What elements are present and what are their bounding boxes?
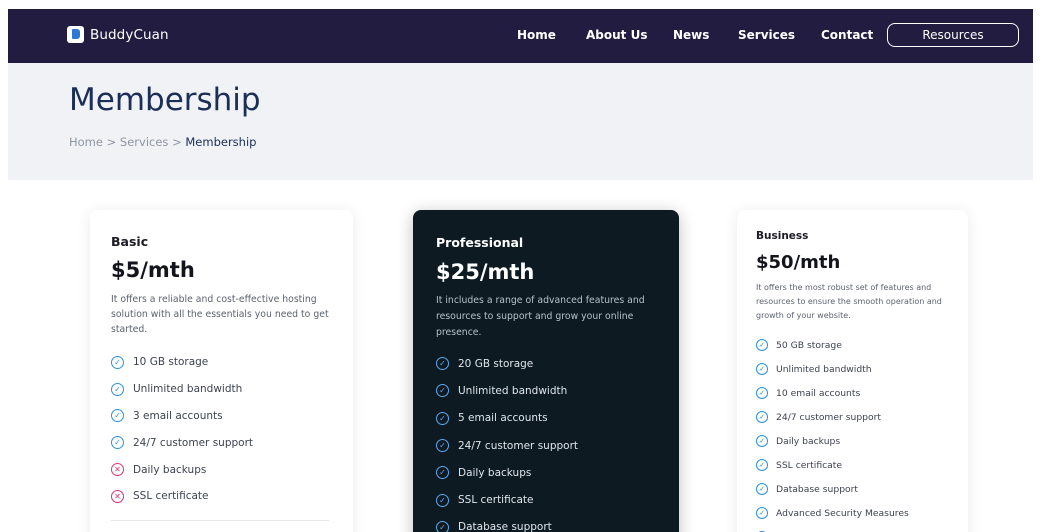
check-circle-icon: ✓ (436, 357, 449, 371)
feature-item: ✓ SSL certificate (756, 453, 964, 477)
nav-link-home[interactable]: Home (517, 28, 556, 42)
check-circle-icon: ✓ (756, 507, 768, 519)
feature-item: ✓ 24/7 customer support (756, 405, 964, 429)
feature-label: 24/7 customer support (776, 411, 882, 423)
breadcrumb-home[interactable]: Home (69, 135, 103, 149)
plan-price: $5/mth (111, 258, 195, 282)
plan-name: Basic (111, 234, 149, 249)
feature-label: Daily backups (133, 463, 207, 476)
feature-item: ✕ Daily backups (111, 456, 341, 483)
check-circle-icon: ✓ (756, 483, 768, 495)
check-circle-icon: ✓ (756, 411, 768, 423)
feature-label: Daily backups (776, 435, 841, 447)
check-circle-icon: ✓ (756, 435, 768, 447)
breadcrumb-current: Membership (185, 135, 257, 149)
card-divider (111, 520, 329, 521)
breadcrumb-services[interactable]: Services (120, 135, 169, 149)
nav-link-services[interactable]: Services (738, 28, 795, 42)
feature-list: ✓ 10 GB storage ✓ Unlimited bandwidth ✓ 3 ema… (111, 349, 341, 510)
x-circle-icon: ✕ (111, 463, 124, 477)
page-title: Membership (69, 82, 261, 118)
feature-label: 10 GB storage (133, 356, 209, 369)
feature-item: ✓ 20 GB storage (436, 350, 672, 377)
nav-link-news[interactable]: News (673, 28, 709, 42)
feature-item: ✓ 50 GB storage (756, 333, 964, 357)
plan-card-basic[interactable]: Basic $5/mth It offers a reliable and co… (90, 210, 353, 532)
feature-label: 24/7 customer support (133, 436, 254, 449)
feature-label: 24/7 customer support (458, 439, 579, 452)
page-header: Membership Home > Services > Membership (8, 63, 1033, 180)
feature-label: Unlimited bandwidth (776, 363, 872, 375)
check-circle-icon: ✓ (111, 409, 124, 423)
check-circle-icon: ✓ (756, 363, 768, 375)
breadcrumb: Home > Services > Membership (69, 135, 256, 149)
plan-description: It includes a range of advanced features… (436, 295, 645, 338)
check-circle-icon: ✓ (756, 459, 768, 471)
check-circle-icon: ✓ (111, 436, 124, 450)
feature-label: SSL certificate (133, 490, 209, 503)
check-circle-icon: ✓ (436, 439, 449, 453)
feature-label: 50 GB storage (776, 339, 842, 351)
check-circle-icon: ✓ (436, 466, 449, 480)
nav-link-contact[interactable]: Contact (821, 28, 873, 42)
feature-item: ✓ 3 email accounts (111, 403, 341, 430)
check-circle-icon: ✓ (436, 384, 449, 398)
plan-price: $25/mth (436, 260, 535, 284)
plan-name: Business (756, 230, 809, 242)
breadcrumb-separator: > (102, 135, 120, 149)
feature-label: 20 GB storage (458, 357, 534, 370)
resources-button[interactable]: Resources (887, 23, 1019, 47)
feature-item: ✓ Advanced Security Measures (756, 501, 964, 525)
check-circle-icon: ✓ (756, 339, 768, 351)
feature-item: ✓ 10 GB storage (111, 349, 341, 376)
feature-label: Daily backups (458, 466, 532, 479)
plan-description: It offers the most robust set of feature… (756, 283, 942, 320)
feature-label: 3 email accounts (133, 409, 223, 422)
feature-label: Unlimited bandwidth (133, 383, 243, 396)
feature-label: 10 email accounts (776, 387, 861, 399)
feature-label: 5 email accounts (458, 412, 548, 425)
plan-description: It offers a reliable and cost-effective … (111, 294, 329, 335)
feature-label: SSL certificate (458, 494, 534, 507)
feature-list: ✓ 20 GB storage ✓ Unlimited bandwidth ✓ 5 ema… (436, 350, 672, 532)
check-circle-icon: ✓ (436, 411, 449, 425)
feature-item: ✓ Unlimited bandwidth (436, 377, 672, 404)
plan-price: $50/mth (756, 252, 841, 273)
feature-label: Database support (776, 483, 859, 495)
feature-item: ✓ Daily backups (436, 459, 672, 486)
plan-name: Professional (436, 235, 524, 250)
feature-item: ✓ Database support (436, 514, 672, 532)
check-circle-icon: ✓ (111, 382, 124, 396)
feature-label: SSL certificate (776, 459, 843, 471)
feature-item: ✓ Unlimited bandwidth (111, 376, 341, 403)
check-circle-icon: ✓ (111, 355, 124, 369)
check-circle-icon: ✓ (756, 387, 768, 399)
plan-card-professional[interactable]: Professional $25/mth It includes a range… (413, 210, 679, 532)
feature-label: Unlimited bandwidth (458, 384, 568, 397)
top-navbar: BuddyCuan Home About Us News Services Co… (8, 9, 1033, 63)
check-circle-icon: ✓ (436, 493, 449, 507)
feature-item: ✓ 24/7 customer support (111, 429, 341, 456)
brand-name: BuddyCuan (90, 26, 169, 43)
feature-label: Database support (458, 521, 552, 532)
feature-item: ✓ SSL certificate (436, 486, 672, 513)
feature-item: ✓ 10 email accounts (756, 381, 964, 405)
breadcrumb-separator: > (168, 135, 186, 149)
feature-item: ✓Dedicated IP address (756, 525, 964, 532)
brand-logo-icon (67, 26, 84, 43)
feature-item: ✓ Unlimited bandwidth (756, 357, 964, 381)
feature-item: ✓ Daily backups (756, 429, 964, 453)
plan-card-business[interactable]: Business $50/mth It offers the most robu… (737, 210, 968, 532)
feature-list: ✓ 50 GB storage ✓ Unlimited bandwidth ✓ 10 em… (756, 333, 964, 532)
feature-label: Advanced Security Measures (776, 507, 909, 519)
feature-item: ✓ 24/7 customer support (436, 432, 672, 459)
nav-link-about-us[interactable]: About Us (586, 28, 647, 42)
check-circle-icon: ✓ (436, 520, 449, 532)
feature-item: ✕ SSL certificate (111, 483, 341, 510)
feature-item: ✓ Database support (756, 477, 964, 501)
feature-item: ✓ 5 email accounts (436, 405, 672, 432)
x-circle-icon: ✕ (111, 489, 124, 503)
brand-logo[interactable]: BuddyCuan (67, 26, 169, 43)
